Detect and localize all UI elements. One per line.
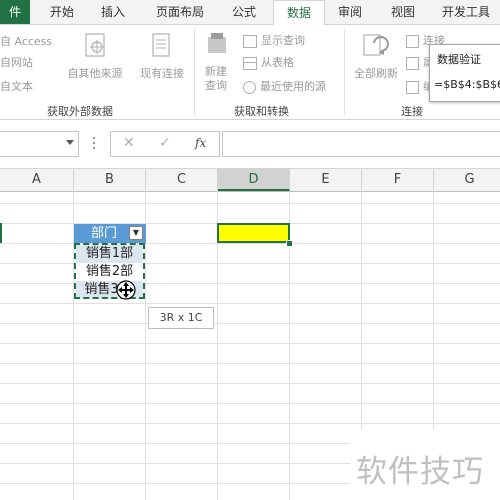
group-label-connections: 连接: [401, 105, 423, 118]
column-header-g[interactable]: G: [434, 169, 500, 191]
grid-line: [0, 303, 500, 304]
from-access-button[interactable]: 自 Access: [0, 33, 52, 49]
tooltip-title: 数据验证: [437, 53, 481, 66]
web-label: 自网站: [0, 56, 33, 69]
watermark-text: 软件技巧: [356, 454, 484, 490]
name-box[interactable]: [0, 131, 79, 157]
tab-review[interactable]: 审阅: [328, 0, 372, 24]
group-label-get-external: 获取外部数据: [47, 105, 113, 118]
tab-developer[interactable]: 开发工具: [432, 0, 500, 24]
formula-input[interactable]: [222, 131, 500, 157]
other-sources-button[interactable]: 自其他来源: [66, 29, 123, 89]
new-query-icon: [208, 33, 226, 53]
column-header-e[interactable]: E: [290, 169, 362, 191]
connections-icon: [406, 34, 419, 48]
properties-icon: [406, 56, 419, 70]
refresh-all-button[interactable]: 全部刷新: [350, 29, 402, 99]
recent-sources-button[interactable]: 最近使用的源: [243, 78, 326, 94]
group-label-get-transform: 获取和转换: [234, 105, 289, 118]
ribbon-separator: [194, 29, 195, 115]
new-query-label-2: 查询: [205, 79, 227, 92]
existing-connections-label: 现有连接: [140, 67, 184, 80]
formula-bar-grip-icon[interactable]: [92, 135, 96, 151]
from-table-label: 从表格: [261, 56, 294, 69]
grid-line: [0, 203, 500, 204]
grid-line: [0, 383, 500, 384]
other-sources-icon: [85, 33, 105, 57]
tab-data[interactable]: 数据: [273, 0, 325, 26]
tab-formulas[interactable]: 公式: [220, 0, 268, 24]
ribbon-panel: 自 Access 自网站 自文本 自其他来源 现有连接 获取外部数据 新建 查询…: [0, 25, 500, 120]
tooltip-formula: =$B$4:$B$6: [434, 78, 500, 91]
move-cursor-icon: [116, 280, 136, 300]
insert-function-icon[interactable]: fx: [195, 136, 206, 150]
column-header-c[interactable]: C: [146, 169, 218, 191]
show-queries-button[interactable]: 显示查询: [243, 32, 305, 48]
refresh-all-label: 全部刷新: [354, 67, 398, 80]
grid-line: [0, 323, 500, 324]
tab-file[interactable]: 件: [0, 0, 30, 24]
grid-line: [0, 423, 500, 424]
table-header-label: 部门: [90, 226, 117, 241]
access-label: 自 Access: [0, 35, 53, 48]
tab-view[interactable]: 视图: [380, 0, 426, 24]
grid-line: [0, 363, 500, 364]
recent-sources-label: 最近使用的源: [260, 80, 326, 93]
filter-dropdown-icon[interactable]: ▼: [129, 226, 143, 240]
from-web-button[interactable]: 自网站: [0, 54, 33, 70]
ribbon-separator: [344, 29, 345, 115]
column-header-d[interactable]: D: [218, 169, 290, 191]
selection-size-tooltip: 3R x 1C: [148, 307, 214, 329]
column-header-b[interactable]: B: [74, 169, 146, 191]
refresh-all-icon: [363, 34, 389, 56]
table-icon: [243, 56, 257, 70]
cancel-icon[interactable]: ✕: [123, 135, 135, 151]
new-query-button[interactable]: 新建 查询: [198, 29, 234, 99]
tab-page-layout[interactable]: 页面布局: [148, 0, 212, 24]
text-label: 自文本: [0, 80, 33, 93]
recent-sources-icon: [243, 80, 256, 94]
fill-handle[interactable]: [286, 240, 293, 247]
data-validation-tooltip: 数据验证 =$B$4:$B$6: [429, 44, 500, 102]
column-header-row: A B C D E F G: [0, 168, 500, 192]
name-box-dropdown-icon[interactable]: [66, 140, 74, 145]
active-cell-d3[interactable]: [217, 223, 290, 243]
from-text-button[interactable]: 自文本: [0, 78, 33, 94]
grid-line: [0, 343, 500, 344]
existing-connections-icon: [152, 33, 170, 57]
tab-insert[interactable]: 插入: [88, 0, 138, 24]
watermark: 软件技巧: [350, 430, 500, 500]
formula-buttons: ✕ ✓ fx: [110, 131, 220, 157]
show-queries-label: 显示查询: [261, 34, 305, 47]
grid-line: [0, 403, 500, 404]
from-table-button[interactable]: 从表格: [243, 54, 294, 70]
show-queries-icon: [243, 34, 257, 48]
new-query-label-1: 新建: [205, 65, 227, 78]
active-row-indicator: [0, 223, 2, 243]
existing-connections-button[interactable]: 现有连接: [134, 29, 190, 89]
column-header-a[interactable]: A: [0, 169, 74, 191]
ribbon-tab-bar: 件 开始 插入 页面布局 公式 数据 审阅 视图 开发工具: [0, 0, 500, 26]
column-header-f[interactable]: F: [362, 169, 434, 191]
edit-links-icon: [406, 80, 419, 94]
other-sources-label: 自其他来源: [67, 67, 123, 80]
tab-home[interactable]: 开始: [40, 0, 84, 24]
enter-icon[interactable]: ✓: [159, 135, 171, 151]
